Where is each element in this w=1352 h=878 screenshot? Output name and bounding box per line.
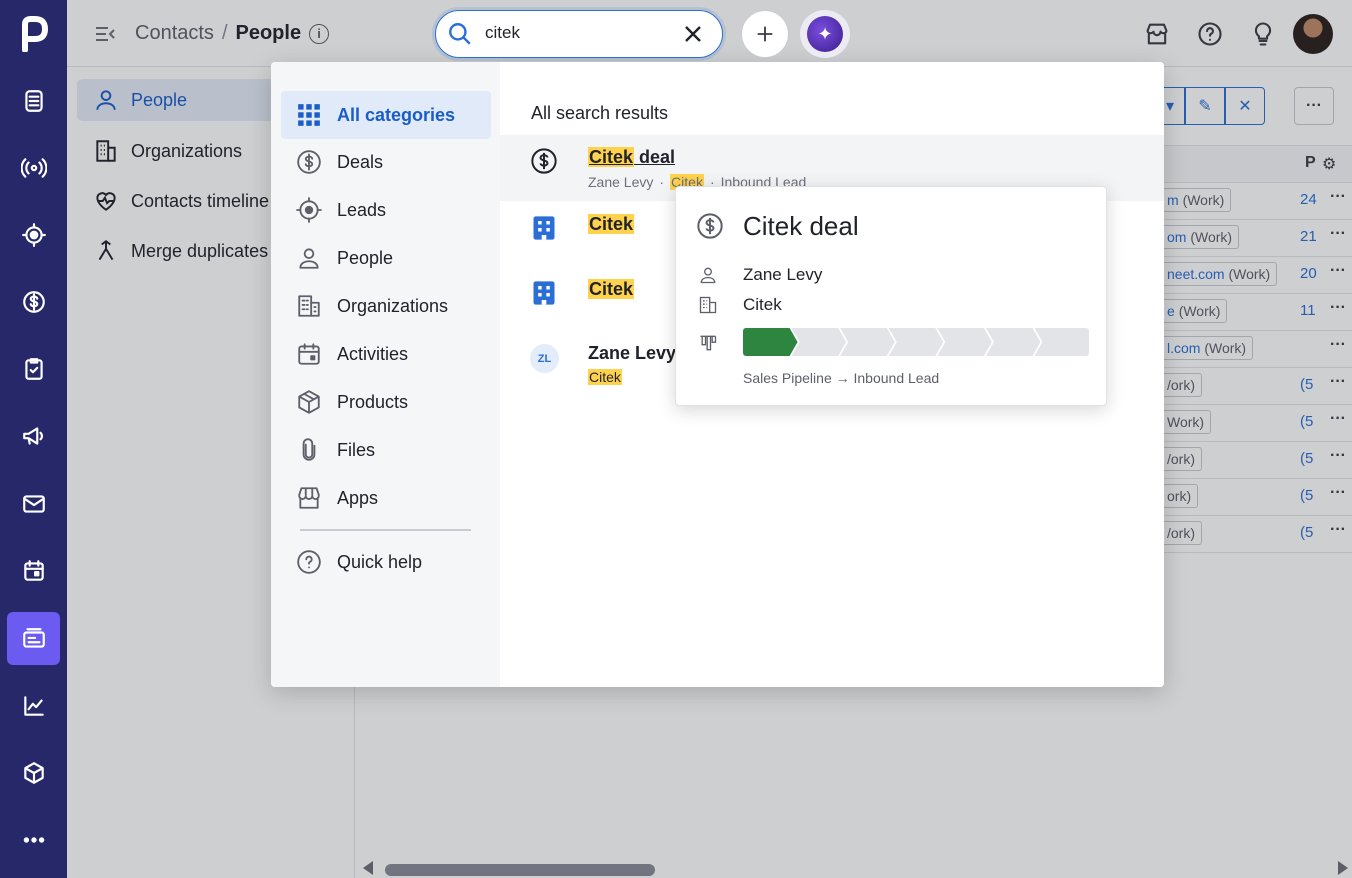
person-icon — [295, 244, 323, 272]
global-search[interactable]: citek — [435, 10, 723, 58]
quick-help-link[interactable]: Quick help — [281, 538, 491, 586]
sparkle-icon: ✦ — [807, 16, 843, 52]
pipedrive-logo[interactable] — [0, 0, 67, 67]
category-label: Leads — [337, 199, 387, 220]
category-label: Organizations — [337, 295, 449, 316]
pipeline-stage — [840, 328, 895, 356]
campaigns-megaphone-icon[interactable] — [7, 409, 60, 462]
search-icon — [447, 21, 473, 47]
dollar-icon — [530, 147, 558, 175]
building-icon — [530, 214, 558, 242]
broadcast-icon[interactable] — [7, 141, 60, 194]
dollar-icon — [295, 148, 323, 176]
category-all[interactable]: All categories — [281, 91, 491, 139]
contacts-card-icon[interactable] — [7, 612, 60, 665]
category-organizations[interactable]: Organizations — [281, 282, 491, 330]
category-apps[interactable]: Apps — [281, 474, 491, 522]
category-leads[interactable]: Leads — [281, 186, 491, 234]
result-title[interactable]: Citek — [588, 279, 635, 300]
person-icon — [700, 267, 716, 284]
category-label: Deals — [337, 151, 384, 172]
result-title[interactable]: Citek deal — [588, 147, 675, 168]
deal-preview-card[interactable]: Citek deal Zane Levy Citek Sales Pipelin… — [675, 186, 1107, 406]
pipeline-stage — [792, 328, 847, 356]
store-icon — [295, 484, 323, 512]
pipeline-stage — [1034, 328, 1090, 356]
plus-icon — [757, 26, 773, 42]
preview-person[interactable]: Zane Levy — [743, 265, 822, 285]
results-heading: All search results — [531, 103, 669, 123]
target-icon[interactable] — [7, 208, 60, 261]
products-box-icon[interactable] — [7, 746, 60, 799]
category-label: Apps — [337, 487, 379, 508]
preview-title: Citek deal — [743, 211, 859, 241]
category-deals[interactable]: Deals — [281, 138, 491, 186]
mail-icon[interactable] — [7, 477, 60, 530]
leads-inbox-icon[interactable] — [7, 74, 60, 127]
category-label: Quick help — [337, 551, 423, 572]
result-subtitle: Citek — [588, 369, 622, 385]
category-label: Products — [337, 391, 409, 412]
preview-organization[interactable]: Citek — [743, 295, 782, 315]
category-label: Files — [337, 439, 376, 460]
category-label: Activities — [337, 343, 409, 364]
avatar: ZL — [530, 344, 559, 373]
pipeline-icon — [698, 333, 718, 358]
preview-person-row: Zane Levy — [698, 265, 822, 285]
category-label: People — [337, 247, 394, 268]
pipeline-stage — [743, 328, 798, 356]
preview-org-row: Citek — [698, 295, 782, 315]
calendar-icon — [295, 340, 323, 368]
target-icon — [295, 196, 323, 224]
activities-clipboard-icon[interactable] — [7, 342, 60, 395]
category-files[interactable]: Files — [281, 426, 491, 474]
result-title[interactable]: Zane Levy — [588, 343, 676, 364]
category-list: All categories Deals Leads People Organi… — [271, 62, 500, 687]
ai-assistant-button[interactable]: ✦ — [800, 10, 850, 58]
insights-chart-icon[interactable] — [7, 679, 60, 732]
category-people[interactable]: People — [281, 234, 491, 282]
building-icon — [699, 296, 717, 314]
more-dots-icon[interactable] — [7, 813, 60, 866]
building-icon — [530, 279, 558, 307]
calendar-icon[interactable] — [7, 544, 60, 597]
question-icon — [295, 548, 323, 576]
grid-icon — [295, 101, 323, 129]
building-icon — [295, 292, 323, 320]
pipeline-stage — [937, 328, 992, 356]
clear-search-icon[interactable] — [681, 22, 705, 46]
pipeline-stage — [986, 328, 1041, 356]
pipeline-stage — [889, 328, 944, 356]
category-label: All categories — [337, 104, 456, 125]
category-products[interactable]: Products — [281, 378, 491, 426]
category-activities[interactable]: Activities — [281, 330, 491, 378]
deals-dollar-icon[interactable] — [7, 275, 60, 328]
paperclip-icon — [295, 436, 323, 464]
dollar-icon — [696, 212, 724, 240]
category-divider — [300, 529, 471, 531]
result-title[interactable]: Citek — [588, 214, 635, 235]
search-input[interactable]: citek — [485, 23, 520, 43]
pipeline-stage-bar — [743, 328, 1090, 356]
pipeline-label: Sales Pipeline → Inbound Lead — [743, 370, 940, 386]
main-nav-rail — [0, 0, 67, 878]
box-icon — [295, 388, 323, 416]
quick-add-button[interactable] — [741, 10, 789, 58]
